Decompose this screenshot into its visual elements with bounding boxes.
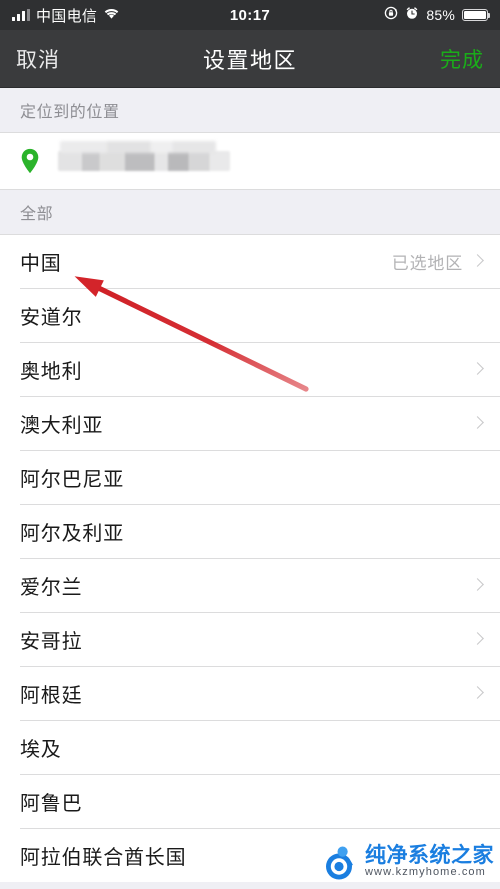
located-section-header: 定位到的位置 [0,88,500,132]
country-name: 澳大利亚 [20,415,104,437]
done-button[interactable]: 完成 [440,44,484,74]
country-row[interactable]: 阿根廷 [0,667,500,720]
chevron-right-icon [473,578,482,593]
country-row-trailing [473,848,482,863]
status-bar-left: 中国电信 [12,5,120,26]
located-location-value [58,151,230,171]
country-row[interactable]: 爱尔兰 [0,559,500,612]
country-row-trailing [473,308,482,323]
country-row-trailing [473,362,482,377]
country-row[interactable]: 澳大利亚 [0,397,500,450]
chevron-right-icon [473,416,482,431]
country-row-trailing [473,578,482,593]
page-title: 设置地区 [202,47,297,73]
country-row[interactable]: 安哥拉 [0,613,500,666]
chevron-right-icon [473,254,482,269]
country-name: 阿拉伯联合酋长国 [20,847,187,869]
country-name: 安哥拉 [20,631,83,653]
chevron-right-icon [473,632,482,647]
battery-percent-label: 85% [426,7,455,23]
country-row-trailing [473,632,482,647]
country-row-trailing [473,524,482,539]
country-row[interactable]: 埃及 [0,721,500,774]
chevron-placeholder [473,470,482,485]
wifi-icon [103,7,120,24]
located-section-card [0,133,500,189]
country-row-trailing [473,686,482,701]
country-row-trailing [473,416,482,431]
country-row-trailing: 已选地区 [392,249,482,274]
battery-icon [462,9,491,21]
location-pin-icon [20,148,40,174]
country-row[interactable]: 安道尔 [0,289,500,342]
rotation-lock-icon [384,6,398,24]
located-location-row[interactable] [0,133,500,189]
chevron-placeholder [473,308,482,323]
chevron-placeholder [473,524,482,539]
carrier-label: 中国电信 [36,7,98,25]
country-name: 爱尔兰 [20,577,83,599]
country-row[interactable]: 奥地利 [0,343,500,396]
chevron-placeholder [473,848,482,863]
country-name: 阿根廷 [20,685,83,707]
country-row-trailing [473,794,482,809]
status-bar-right: 85% [384,6,491,24]
country-name: 阿尔及利亚 [20,523,124,545]
signal-bars-icon [12,9,30,21]
country-name: 埃及 [20,739,62,761]
country-name: 阿鲁巴 [20,793,83,815]
chevron-right-icon [473,686,482,701]
country-row[interactable]: 阿尔巴尼亚 [0,451,500,504]
country-name: 奥地利 [20,361,83,383]
country-row-trailing [473,470,482,485]
chevron-placeholder [473,794,482,809]
country-row[interactable]: 阿鲁巴 [0,775,500,828]
status-bar: 中国电信 10:17 85% [0,0,500,30]
cancel-button[interactable]: 取消 [16,44,60,74]
country-row[interactable]: 阿拉伯联合酋长国 [0,829,500,882]
country-row[interactable]: 中国 已选地区 [0,235,500,288]
phone-screen: 中国电信 10:17 85% 取消 设置地区 完成 定位到的位置 全部 中国 已… [0,0,500,889]
alarm-clock-icon [405,6,419,24]
chevron-right-icon [473,362,482,377]
selected-region-badge: 已选地区 [391,254,463,273]
country-row[interactable]: 阿尔及利亚 [0,505,500,558]
country-name: 阿尔巴尼亚 [20,469,124,491]
country-name: 中国 [20,253,62,275]
country-list: 中国 已选地区安道尔奥地利澳大利亚阿尔巴尼亚阿尔及利亚爱尔兰安哥拉阿根廷埃及阿鲁巴… [0,235,500,882]
navigation-bar: 取消 设置地区 完成 [0,30,500,88]
all-section-header: 全部 [0,190,500,234]
chevron-placeholder [473,740,482,755]
country-name: 安道尔 [20,307,83,329]
country-row-trailing [473,740,482,755]
